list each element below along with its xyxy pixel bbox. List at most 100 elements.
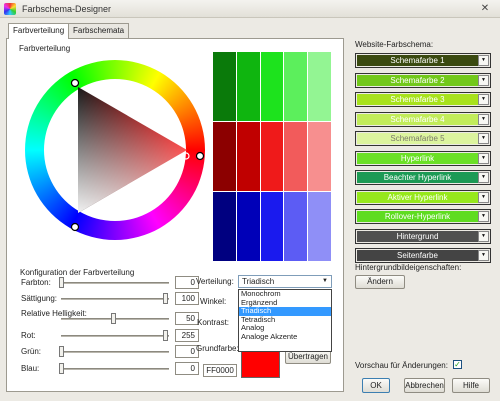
slider-row: Rot: 255	[17, 329, 199, 343]
preview-checkbox[interactable]: ✓	[453, 360, 462, 369]
slider-value-field[interactable]: 100	[175, 292, 199, 305]
tab-farbschemata[interactable]: Farbschemata	[68, 23, 130, 38]
scheme-color-row[interactable]: Rollover-Hyperlink ▼	[355, 209, 491, 224]
scheme-color-row[interactable]: Schemafarbe 4 ▼	[355, 111, 491, 127]
slider-label: Rot:	[21, 331, 36, 340]
chevron-down-icon[interactable]: ▼	[478, 74, 489, 86]
hex-color-field[interactable]: FF0000	[203, 364, 237, 377]
color-swatch[interactable]	[236, 192, 260, 261]
wheel-handle[interactable]	[70, 222, 80, 232]
color-swatch[interactable]	[308, 122, 331, 191]
scheme-color-label: Rollover-Hyperlink	[357, 211, 478, 222]
slider-label: Relative Helligkeit:	[21, 309, 87, 318]
scheme-color-label: Schemafarbe 5	[357, 133, 478, 144]
slider-track[interactable]	[61, 335, 169, 337]
scheme-color-label: Hintergrund	[357, 230, 478, 242]
preview-label: Vorschau für Änderungen:	[355, 361, 448, 370]
background-image-label: Hintergrundbildeigenschaften:	[355, 263, 462, 272]
scheme-color-label: Schemafarbe 4	[357, 113, 478, 125]
title-bar: Farbschema-Designer ✕	[0, 0, 500, 18]
chevron-down-icon[interactable]: ▼	[478, 191, 489, 203]
distribution-select[interactable]: Triadisch ▼	[238, 275, 332, 288]
scheme-color-row[interactable]: Aktiver Hyperlink ▼	[355, 189, 491, 205]
slider-row: Blau: 0	[17, 362, 199, 376]
cancel-button[interactable]: Abbrechen	[404, 378, 445, 393]
app-icon	[4, 3, 16, 15]
scheme-color-row[interactable]: Hyperlink ▼	[355, 150, 491, 166]
slider-row: Relative Helligkeit: 50	[17, 309, 199, 326]
scheme-color-row[interactable]: Seitenfarbe ▼	[355, 248, 491, 263]
chevron-down-icon[interactable]: ▼	[478, 250, 489, 261]
close-icon[interactable]: ✕	[474, 2, 496, 16]
slider-track[interactable]	[61, 298, 169, 300]
distribution-label: Verteilung:	[196, 277, 234, 286]
slider-track[interactable]	[61, 282, 169, 284]
scheme-color-label: Seitenfarbe	[357, 250, 478, 261]
scheme-color-row[interactable]: Schemafarbe 1 ▼	[355, 53, 491, 68]
slider-row: Sättigung: 100	[17, 292, 199, 306]
window-title: Farbschema-Designer	[22, 4, 112, 14]
color-swatch[interactable]	[308, 52, 331, 121]
slider-label: Blau:	[21, 364, 40, 373]
scheme-color-label: Schemafarbe 1	[357, 55, 478, 66]
chevron-down-icon[interactable]: ▼	[478, 172, 489, 183]
change-button[interactable]: Ändern	[355, 275, 405, 289]
slider-label: Farbton:	[21, 278, 51, 287]
slider-thumb[interactable]	[59, 277, 64, 288]
wheel-handle[interactable]	[70, 78, 80, 88]
chevron-down-icon[interactable]: ▼	[478, 55, 489, 66]
tab-farbverteilung[interactable]: Farbverteilung	[8, 23, 70, 39]
slider-label: Grün:	[21, 347, 42, 356]
slider-thumb[interactable]	[163, 293, 168, 304]
chevron-down-icon[interactable]: ▼	[320, 277, 330, 286]
slider-thumb[interactable]	[59, 363, 64, 374]
slider-thumb[interactable]	[111, 313, 116, 324]
scheme-color-row[interactable]: Schemafarbe 2 ▼	[355, 72, 491, 88]
scheme-color-label: Hyperlink	[357, 152, 478, 164]
scheme-color-row[interactable]: Schemafarbe 3 ▼	[355, 92, 491, 107]
scheme-color-row[interactable]: Beachter Hyperlink ▼	[355, 170, 491, 185]
scheme-color-label: Aktiver Hyperlink	[357, 191, 478, 203]
scheme-color-row[interactable]: Schemafarbe 5 ▼	[355, 131, 491, 146]
color-swatch[interactable]	[308, 192, 331, 261]
chevron-down-icon[interactable]: ▼	[478, 211, 489, 222]
slider-value-field[interactable]: 50	[175, 312, 199, 325]
color-swatch[interactable]	[260, 52, 284, 121]
color-swatch[interactable]	[213, 192, 236, 261]
chevron-down-icon[interactable]: ▼	[478, 113, 489, 125]
color-swatch[interactable]	[260, 192, 284, 261]
color-swatch[interactable]	[260, 122, 284, 191]
distribution-value: Triadisch	[242, 277, 275, 286]
slider-track[interactable]	[61, 351, 169, 353]
slider-track[interactable]	[61, 368, 169, 370]
help-button[interactable]: Hilfe	[452, 378, 490, 393]
color-swatch[interactable]	[284, 122, 308, 191]
slider-label: Sättigung:	[21, 294, 58, 303]
base-color-label: Grundfarbe:	[196, 344, 239, 353]
color-swatch[interactable]	[284, 52, 308, 121]
slider-row: Grün: 0	[17, 345, 199, 359]
color-swatch[interactable]	[213, 52, 236, 121]
slider-thumb[interactable]	[163, 330, 168, 341]
slider-thumb[interactable]	[59, 346, 64, 357]
scheme-color-row[interactable]: Hintergrund ▼	[355, 228, 491, 244]
wheel-section-label: Farbverteilung	[19, 44, 71, 53]
color-swatch[interactable]	[213, 122, 236, 191]
ok-button[interactable]: OK	[362, 378, 390, 393]
scheme-color-label: Schemafarbe 2	[357, 74, 478, 86]
color-swatch[interactable]	[236, 52, 260, 121]
color-wheel[interactable]	[20, 55, 210, 245]
color-swatch[interactable]	[284, 192, 308, 261]
chevron-down-icon[interactable]: ▼	[478, 133, 489, 144]
color-swatch[interactable]	[236, 122, 260, 191]
dropdown-option[interactable]: Analoge Akzente	[239, 332, 331, 342]
slider-value-field[interactable]: 0	[175, 362, 199, 375]
chevron-down-icon[interactable]: ▼	[478, 94, 489, 105]
chevron-down-icon[interactable]: ▼	[478, 152, 489, 164]
scheme-color-label: Schemafarbe 3	[357, 94, 478, 105]
scheme-color-label: Beachter Hyperlink	[357, 172, 478, 183]
chevron-down-icon[interactable]: ▼	[478, 230, 489, 242]
slider-value-field[interactable]: 255	[175, 329, 199, 342]
wheel-handle[interactable]	[195, 151, 205, 161]
angle-label: Winkel:	[200, 297, 227, 306]
